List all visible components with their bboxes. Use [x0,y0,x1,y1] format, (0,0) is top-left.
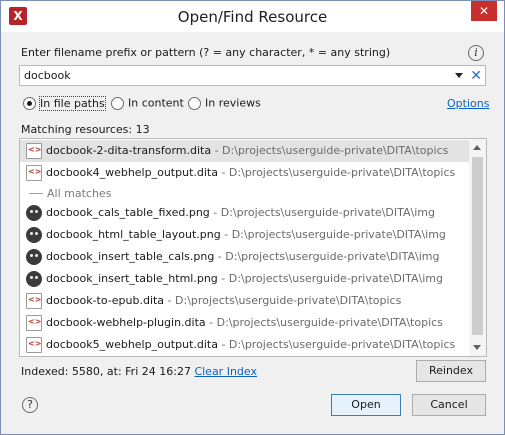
matching-count: Matching resources: 13 [21,123,150,136]
history-dropdown-icon[interactable] [455,73,463,78]
list-item[interactable]: docbook_cals_table_fixed.png - D:\projec… [20,202,470,224]
radio-in-reviews[interactable]: In reviews [188,96,261,112]
png-image-icon [26,271,42,287]
file-path: - D:\projects\userguide-private\DITA\top… [217,166,456,179]
file-name: docbook-to-epub.dita [46,294,165,307]
close-button[interactable]: ✕ [471,1,497,21]
file-name: docbook4_webhelp_output.dita [46,166,218,179]
list-item[interactable]: docbook-to-epub.dita - D:\projects\userg… [20,290,470,312]
scroll-up-icon[interactable] [473,145,481,150]
radio-unselected-icon[interactable] [111,96,124,110]
index-status: Indexed: 5580, at: Fri 24 16:27 Clear In… [21,365,257,378]
scroll-down-icon[interactable] [473,345,481,350]
list-item[interactable]: docbook5_webhelp_output.dita - D:\projec… [20,334,470,356]
search-label: Enter filename prefix or pattern (? = an… [21,46,391,59]
file-name: docbook-2-dita-transform.dita [46,144,212,157]
file-path: - D:\projects\userguide-private\DITA\top… [211,144,449,157]
help-icon[interactable]: ? [22,397,38,413]
file-name: docbook_insert_table_html.png [46,272,218,285]
scroll-thumb[interactable] [472,157,483,335]
info-icon[interactable]: i [468,45,484,61]
separator-line [29,193,43,194]
file-path: - D:\projects\userguide-private\DITA\img [220,228,446,241]
radio-label: In file paths [39,95,106,111]
file-name: docbook_html_table_layout.png [46,228,221,241]
file-path: - D:\projects\userguide-private\DITA\img [214,250,440,263]
radio-in-content[interactable]: In content [111,96,184,112]
dita-file-icon [26,337,42,353]
options-link[interactable]: Options [447,97,489,110]
open-button[interactable]: Open [331,394,401,416]
radio-unselected-icon[interactable] [188,96,201,110]
list-item[interactable]: docbook_insert_table_html.png - D:\proje… [20,268,470,290]
file-path: - D:\projects\userguide-private\DITA\img [217,272,443,285]
separator-label: All matches [47,187,112,200]
file-path: - D:\projects\userguide-private\DITA\top… [205,316,443,329]
reindex-button[interactable]: Reindex [416,360,486,382]
clear-index-link[interactable]: Clear Index [194,365,257,378]
dita-file-icon [26,143,42,159]
png-image-icon [26,205,42,221]
file-path: - D:\projects\userguide-private\DITA\top… [164,294,402,307]
search-input[interactable]: docbook ✕ [19,65,486,86]
dita-file-icon [26,315,42,331]
radio-label: In content [128,96,184,110]
list-item[interactable]: docbook-webhelp-plugin.dita - D:\project… [20,312,470,334]
results-list[interactable]: docbook-2-dita-transform.dita - D:\proje… [19,138,487,357]
list-item[interactable]: docbook_insert_table_cals.png - D:\proje… [20,246,470,268]
radio-in-file-paths[interactable]: In file paths [23,95,106,112]
title-bar: X Open/Find Resource ✕ [1,1,504,32]
file-path: - D:\projects\userguide-private\DITA\img [209,206,435,219]
all-matches-separator: All matches [20,185,470,201]
file-name: docbook5_webhelp_output.dita [46,338,218,351]
cancel-button[interactable]: Cancel [412,394,486,416]
results-scrollbar[interactable] [469,139,486,356]
search-input-value[interactable]: docbook [24,69,71,82]
radio-selected-icon[interactable] [23,96,36,110]
list-item[interactable]: docbook_html_table_layout.png - D:\proje… [20,224,470,246]
radio-label: In reviews [205,96,261,110]
file-path: - D:\projects\userguide-private\DITA\top… [217,338,456,351]
open-find-resource-dialog: X Open/Find Resource ✕ Enter filename pr… [0,0,505,435]
clear-search-icon[interactable]: ✕ [470,67,482,85]
file-name: docbook_cals_table_fixed.png [46,206,210,219]
indexed-text: Indexed: 5580, at: Fri 24 16:27 [21,365,191,378]
dita-file-icon [26,293,42,309]
list-item[interactable]: docbook4_webhelp_output.dita - D:\projec… [20,162,470,184]
list-item[interactable]: docbook-2-dita-transform.dita - D:\proje… [20,140,470,162]
file-name: docbook_insert_table_cals.png [46,250,215,263]
file-name: docbook-webhelp-plugin.dita [46,316,206,329]
png-image-icon [26,227,42,243]
dita-file-icon [26,165,42,181]
window-title: Open/Find Resource [177,8,328,26]
png-image-icon [26,249,42,265]
